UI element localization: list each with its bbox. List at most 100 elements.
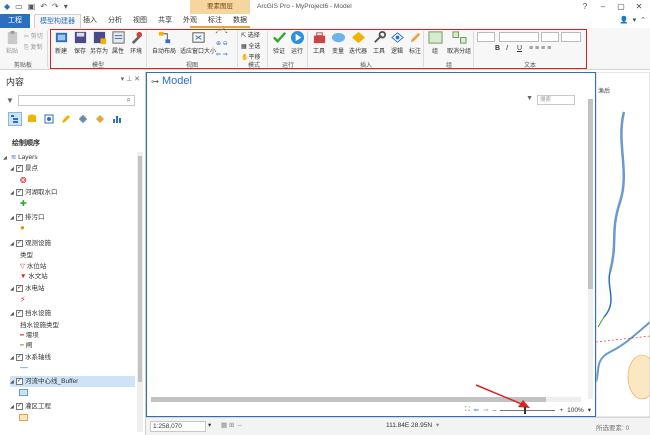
scale-selector[interactable]: 1:258,070 — [150, 421, 206, 432]
redo-icon[interactable]: ↷ — [52, 2, 59, 11]
contents-scrollbar[interactable] — [137, 152, 143, 432]
zoom-slider[interactable] — [500, 406, 556, 414]
grid-icon[interactable]: ▦ ⊞ ⇔ — [221, 421, 243, 429]
customize-icon[interactable]: ▾ — [64, 2, 68, 11]
map-view-partial[interactable]: 渔后 — [596, 72, 650, 417]
layer-visibility-checkbox[interactable]: ✓ — [16, 188, 23, 196]
layer-row[interactable]: ◢ ✓ 灌区工程 — [10, 401, 51, 412]
contents-search-input[interactable]: ⌕ — [18, 95, 135, 106]
zoom-in-icon[interactable]: + — [559, 407, 563, 414]
full-extent-icon[interactable]: ⛶ — [465, 406, 470, 414]
layer-visibility-checkbox[interactable]: ✓ — [16, 213, 23, 221]
layer-row[interactable]: ◢ ✓ 水电站 — [10, 283, 45, 294]
dam-line-icon: ━ — [20, 332, 24, 339]
layer-row-selected[interactable]: ◢ ✓ 河流中心线_Buffer — [10, 376, 135, 387]
maximize-button[interactable]: ▢ — [612, 0, 630, 14]
tab-project[interactable]: 工程 — [0, 14, 30, 28]
layer-visibility-checkbox[interactable]: ✓ — [16, 353, 23, 361]
copy-button[interactable]: ⎘ 复制 — [24, 42, 42, 52]
chart-icon — [113, 116, 121, 123]
snapping-icon — [79, 115, 87, 123]
filter-icon[interactable]: ▼ — [526, 95, 533, 102]
window-controls: ? – ▢ ✕ — [576, 0, 648, 14]
scrollbar-thumb[interactable] — [138, 156, 142, 382]
save-icon[interactable]: ▣ — [28, 2, 36, 11]
hydropower-symbol-icon: ⚡ — [20, 295, 26, 304]
layer-row[interactable]: ◢ ✓ 排污口 — [10, 212, 45, 223]
undo-icon[interactable]: ↶ — [40, 2, 47, 11]
zoom-out-icon[interactable]: – — [493, 407, 497, 414]
dropdown-icon[interactable]: ▾ — [588, 406, 591, 414]
model-view[interactable]: ⊶ Model ▼ 搜索 ⛶ ⇐ ⇒ – + 100% ▾ — [146, 72, 596, 417]
tab-view[interactable]: 视图 — [128, 14, 152, 28]
paste-button[interactable]: 粘贴 — [2, 30, 22, 55]
paste-icon — [7, 30, 17, 45]
model-view-tab[interactable]: ⊶ Model — [147, 73, 192, 89]
contents-view-buttons — [8, 112, 124, 126]
title-bar: ◆ ▭ ▣ ↶ ↷ ▾ 要素图层 ArcGIS Pro - MyProject6… — [0, 0, 650, 14]
layer-row[interactable]: ◢ ✓ 水系轴线 — [10, 352, 51, 363]
layer-row[interactable]: ◢ ✓ 挡水设施 — [10, 308, 51, 319]
model-view-title: Model — [162, 75, 192, 87]
help-icon[interactable]: ? — [576, 0, 594, 14]
close-button[interactable]: ✕ — [630, 0, 648, 14]
layer-visibility-checkbox[interactable]: ✓ — [16, 402, 23, 410]
user-dropdown-icon: ▾ — [632, 17, 637, 24]
layer-visibility-checkbox[interactable]: ✓ — [16, 377, 23, 385]
list-by-labeling-button[interactable] — [93, 112, 107, 126]
layer-row[interactable]: ◢ ✓ 观测设施 — [10, 238, 51, 249]
layers-root[interactable]: ◢ ≋ Layers — [3, 152, 38, 163]
collapse-ribbon-icon[interactable]: ⌃ — [640, 14, 646, 28]
coordinate-readout: 111.84E 28.95N — [386, 422, 433, 429]
layer-row[interactable]: ◢ ✓ 河湖取水口 — [10, 187, 58, 198]
user-area[interactable]: 👤 ▾ ⌃ — [620, 14, 646, 28]
layer-visibility-checkbox[interactable]: ✓ — [16, 309, 23, 317]
highlight-frame — [50, 29, 587, 69]
open-icon[interactable]: ▭ — [15, 2, 23, 11]
back-arrow-icon[interactable]: ⇐ — [474, 406, 479, 414]
tab-share[interactable]: 共享 — [153, 14, 177, 28]
list-by-editing-button[interactable] — [59, 112, 73, 126]
layer-visibility-checkbox[interactable]: ✓ — [16, 284, 23, 292]
coordinate-dropdown-icon[interactable]: ▾ — [436, 421, 439, 429]
list-by-selection-button[interactable] — [42, 112, 56, 126]
irrigation-polygon-symbol-icon — [19, 414, 28, 421]
collapse-arrow-icon[interactable]: ◢ — [3, 153, 9, 164]
tab-analysis[interactable]: 分析 — [103, 14, 127, 28]
pin-icon[interactable]: ▾ ⊥ — [121, 76, 133, 83]
filter-icon[interactable]: ▼ — [6, 96, 14, 105]
drawing-order-icon — [11, 115, 18, 123]
drawing-order-heading: 绘制顺序 — [12, 140, 40, 147]
list-by-source-button[interactable] — [25, 112, 39, 126]
label-icon — [96, 115, 104, 123]
layer-row[interactable]: ◢ ✓ 景点 — [10, 163, 38, 174]
scale-dropdown-icon[interactable]: ▾ — [208, 421, 211, 429]
selection-icon — [44, 114, 54, 124]
tab-insert[interactable]: 插入 — [78, 14, 102, 28]
scrollbar-thumb[interactable] — [588, 99, 593, 289]
divider — [47, 31, 48, 67]
status-bar: 1:258,070 ▾ ▦ ⊞ ⇔ 111.84E 28.95N ▾ 所选要素:… — [146, 417, 650, 435]
map-layers-icon: ≋ — [10, 154, 17, 161]
map-rivers — [596, 72, 650, 417]
list-by-charts-button[interactable] — [110, 112, 124, 126]
layer-visibility-checkbox[interactable]: ✓ — [16, 164, 23, 172]
zoom-slider-knob[interactable] — [524, 406, 527, 414]
list-by-drawing-order-button[interactable] — [8, 112, 22, 126]
minimize-button[interactable]: – — [594, 0, 612, 14]
model-vertical-scrollbar[interactable] — [588, 99, 593, 399]
layer-visibility-checkbox[interactable]: ✓ — [16, 239, 23, 247]
cut-button[interactable]: ✂ 剪切 — [24, 31, 43, 40]
list-by-snapping-button[interactable] — [76, 112, 90, 126]
forward-arrow-icon[interactable]: ⇒ — [483, 406, 488, 414]
scenic-spot-symbol-icon: ❂ — [20, 176, 27, 185]
close-pane-icon[interactable]: ✕ — [134, 76, 140, 83]
model-search-input[interactable]: 搜索 — [537, 95, 575, 105]
legend-heading: 类型 — [20, 252, 33, 259]
ribbon-tabs: 工程 模型构建器 插入 分析 视图 共享 外观 标注 数据 👤 ▾ ⌃ — [0, 14, 650, 28]
place-label: 渔后 — [598, 89, 611, 95]
clipboard-group-label: 剪贴板 — [13, 63, 32, 69]
tab-modelbuilder[interactable]: 模型构建器 — [34, 14, 81, 28]
outfall-symbol-icon: ● — [20, 223, 25, 232]
water-intake-symbol-icon: ✚ — [20, 199, 27, 208]
